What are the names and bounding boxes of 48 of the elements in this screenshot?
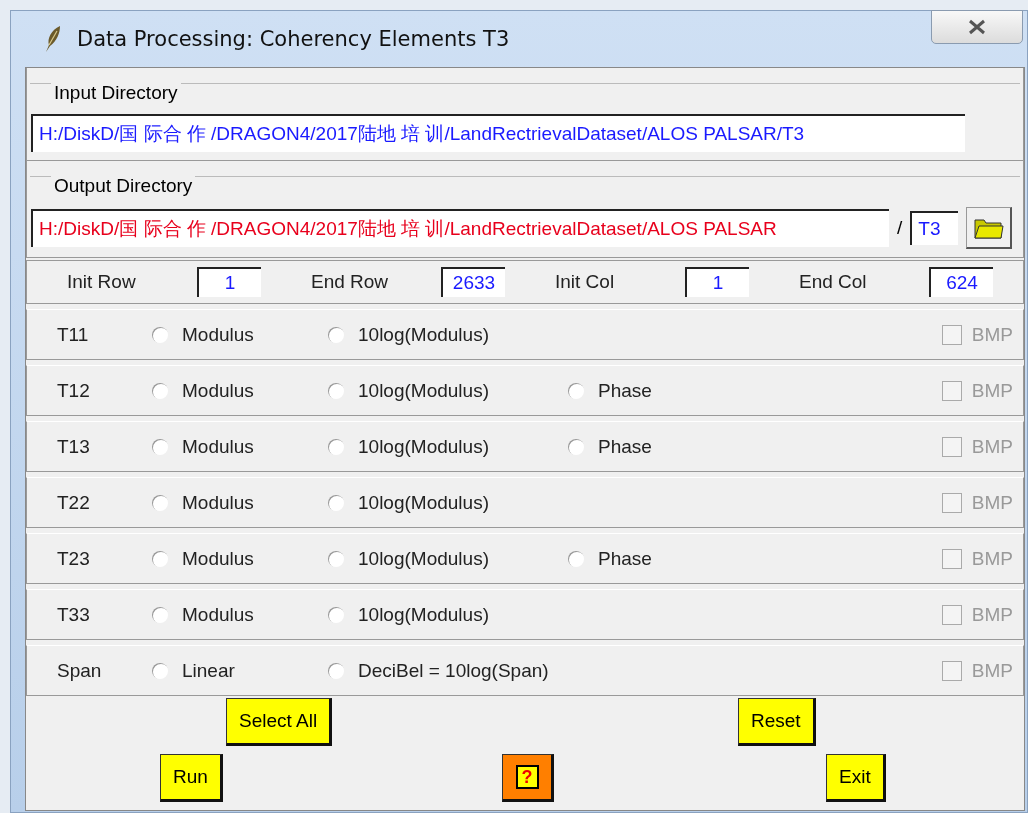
element-label: T33 (57, 603, 91, 626)
input-directory-field[interactable]: H:/DiskD/国 际合 作 /DRAGON4/2017陆地 培 训/LandRectrievalDataset/ALOS PALSAR/T3 (31, 114, 965, 152)
group-label: Output Directory (51, 175, 196, 197)
radio-option[interactable]: 10log(Modulus) (328, 379, 568, 402)
group-label: Input Directory (51, 82, 181, 104)
output-directory-field[interactable]: H:/DiskD/国 际合 作 /DRAGON4/2017陆地 培 训/LandRectrievalDataset/ALOS PALSAR (31, 209, 889, 247)
window-title: Data Processing: Coherency Elements T3 (77, 27, 511, 51)
radio-option[interactable]: Modulus (152, 547, 328, 570)
range-field[interactable]: 1 (685, 267, 749, 297)
range-label: End Col (799, 271, 868, 293)
run-button[interactable]: Run (160, 754, 223, 802)
output-suffix-field[interactable]: T3 (910, 211, 959, 245)
radio-option[interactable]: Modulus (152, 435, 328, 458)
radio-option[interactable]: Linear (152, 659, 328, 682)
select-all-button[interactable]: Select All (226, 698, 333, 746)
radio-option[interactable]: 10log(Modulus) (328, 603, 568, 626)
element-label: T23 (57, 547, 91, 570)
radio-option[interactable]: 10log(Modulus) (328, 547, 568, 570)
radio-option[interactable]: Modulus (152, 323, 328, 346)
separator-label: / (897, 217, 903, 239)
radio-option[interactable]: Modulus (152, 603, 328, 626)
element-label: T13 (57, 435, 91, 458)
reset-button[interactable]: Reset (738, 698, 816, 746)
range-field[interactable]: 624 (929, 267, 993, 297)
close-button[interactable] (931, 10, 1023, 44)
element-label: T22 (57, 491, 91, 514)
radio-option[interactable]: Phase (568, 547, 652, 570)
radio-option[interactable]: 10log(Modulus) (328, 323, 568, 346)
range-label: Init Col (555, 271, 616, 293)
range-field[interactable]: 1 (197, 267, 261, 297)
radio-option[interactable]: Modulus (152, 491, 328, 514)
radio-option[interactable]: DeciBel = 10log(Span) (328, 659, 568, 682)
radio-option[interactable]: Modulus (152, 379, 328, 402)
element-label: T11 (57, 323, 90, 346)
close-icon (967, 19, 987, 35)
radio-option[interactable]: Phase (568, 379, 652, 402)
range-label: End Row (311, 271, 390, 293)
exit-button[interactable]: Exit (826, 754, 886, 802)
radio-option[interactable]: 10log(Modulus) (328, 435, 568, 458)
help-button[interactable]: ? (502, 754, 554, 802)
range-field[interactable]: 2633 (441, 267, 505, 297)
folder-icon (973, 216, 1004, 239)
browse-button[interactable] (966, 207, 1013, 249)
radio-option[interactable]: Phase (568, 435, 652, 458)
radio-option[interactable]: 10log(Modulus) (328, 491, 568, 514)
range-label: Init Row (67, 271, 137, 293)
element-label: T12 (57, 379, 91, 402)
element-label: Span (57, 659, 103, 682)
